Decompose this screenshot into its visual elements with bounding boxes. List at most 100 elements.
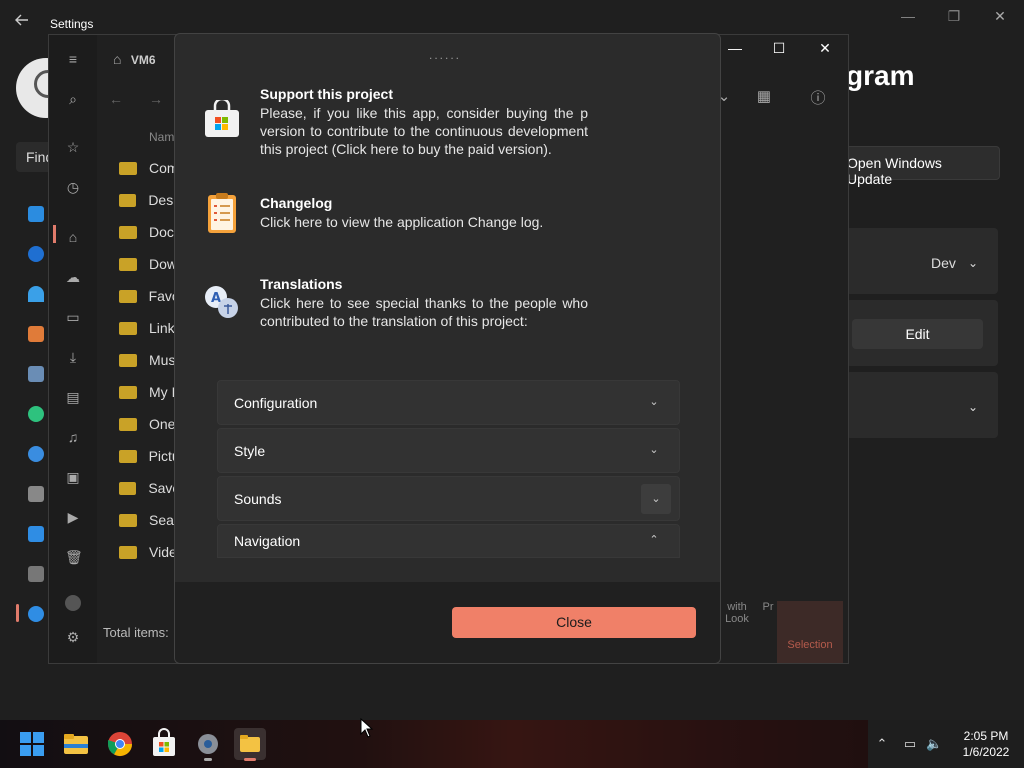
volume-icon[interactable]: 🔈 bbox=[926, 736, 942, 752]
time-language-icon[interactable] bbox=[28, 446, 44, 462]
chevron-down-icon[interactable]: ⌄ bbox=[641, 484, 671, 514]
cloud-icon[interactable]: ☁ bbox=[65, 269, 81, 285]
open-windows-update-button[interactable]: Open Windows Update bbox=[834, 146, 1000, 187]
file-row[interactable]: Doc bbox=[119, 216, 179, 248]
selection-button[interactable]: Selection bbox=[777, 601, 843, 663]
file-row[interactable]: One bbox=[119, 408, 179, 440]
file-row[interactable]: Pictu bbox=[119, 440, 179, 472]
changelog-item[interactable]: Changelog Click here to view the applica… bbox=[208, 193, 720, 233]
chevron-down-icon[interactable]: ⌄ bbox=[645, 441, 663, 459]
forward-icon[interactable]: → bbox=[149, 91, 163, 107]
system-icon[interactable] bbox=[28, 206, 44, 222]
file-row[interactable]: Favo bbox=[119, 280, 179, 312]
privacy-shield-icon[interactable] bbox=[28, 566, 44, 582]
chevron-down-icon[interactable]: ⌄ bbox=[968, 256, 980, 270]
configuration-section[interactable]: Configuration ⌄ bbox=[217, 380, 680, 425]
minimize-icon[interactable]: — bbox=[898, 8, 918, 28]
folder-icon bbox=[119, 449, 137, 463]
music-icon[interactable]: ♫ bbox=[65, 429, 81, 445]
file-row[interactable]: Sear bbox=[119, 504, 179, 536]
windows-update-icon[interactable] bbox=[28, 606, 44, 622]
edit-button[interactable]: Edit bbox=[852, 319, 983, 349]
settings-icon[interactable] bbox=[192, 728, 224, 761]
file-name: One bbox=[149, 416, 176, 432]
store-icon[interactable] bbox=[148, 728, 180, 760]
translations-description: Click here to see special thanks to the … bbox=[260, 295, 588, 329]
file-row[interactable]: Save bbox=[119, 472, 179, 504]
personalization-icon[interactable] bbox=[28, 326, 44, 342]
apps-icon[interactable] bbox=[28, 366, 44, 382]
folder-icon bbox=[119, 545, 137, 559]
file-row[interactable]: Link bbox=[119, 312, 179, 344]
windows-start-icon[interactable] bbox=[16, 728, 48, 760]
file-row[interactable]: My I bbox=[119, 376, 179, 408]
accessibility-icon[interactable] bbox=[28, 526, 44, 542]
translations-item[interactable]: A Translations Click here to see special… bbox=[205, 276, 720, 330]
chevron-down-icon[interactable]: ⌄ bbox=[968, 400, 980, 414]
recycle-bin-icon[interactable]: 🗑 bbox=[65, 549, 83, 565]
file-row[interactable]: Dow bbox=[119, 248, 179, 280]
chrome-icon[interactable] bbox=[104, 728, 136, 760]
profile-avatar-icon[interactable] bbox=[65, 595, 81, 611]
chevron-up-icon[interactable]: ⌃ bbox=[645, 531, 663, 549]
files-minimize-icon[interactable]: — bbox=[725, 40, 745, 56]
search-icon[interactable]: ⌕ bbox=[65, 91, 81, 107]
restore-icon[interactable]: ❐ bbox=[944, 8, 964, 28]
close-window-icon[interactable]: ✕ bbox=[990, 8, 1010, 28]
section-label: Style bbox=[234, 442, 266, 459]
bluetooth-icon[interactable] bbox=[28, 246, 44, 262]
sounds-section[interactable]: Sounds ⌄ bbox=[217, 476, 680, 521]
changelog-title: Changelog bbox=[260, 195, 333, 211]
files-maximize-icon[interactable]: ☐ bbox=[769, 40, 789, 57]
grid-view-icon[interactable]: ▦ bbox=[755, 87, 773, 105]
style-section[interactable]: Style ⌄ bbox=[217, 428, 680, 473]
videos-icon[interactable]: ▶ bbox=[65, 509, 81, 525]
support-project-item[interactable]: Support this project Please, if you like… bbox=[205, 86, 720, 158]
files-sidebar: ≡ ⌕ ☆ ◷ ⌂ ☁ ▭ ⤓ ▤ ♫ ▣ ▶ 🗑 ⚙ bbox=[49, 35, 97, 663]
desktop-icon[interactable]: ▭ bbox=[65, 309, 81, 325]
info-icon[interactable]: ⓘ bbox=[809, 87, 827, 107]
clock[interactable]: 2:05 PM 1/6/2022 bbox=[955, 728, 1017, 760]
settings-gear-icon[interactable]: ⚙ bbox=[65, 629, 81, 645]
chevron-down-icon[interactable]: ⌄ bbox=[645, 393, 663, 411]
dialog-footer: Close bbox=[175, 582, 720, 663]
store-bag-icon bbox=[202, 97, 242, 140]
pictures-icon[interactable]: ▣ bbox=[65, 469, 81, 485]
folder-icon bbox=[119, 193, 137, 207]
file-explorer-icon[interactable] bbox=[60, 728, 92, 760]
file-name: Dow bbox=[149, 256, 178, 272]
dialog-title: ...... bbox=[429, 48, 462, 62]
navigation-section[interactable]: Navigation ⌃ bbox=[217, 524, 680, 558]
file-row[interactable]: Com bbox=[119, 152, 179, 184]
back-arrow-icon[interactable] bbox=[14, 12, 34, 32]
gaming-icon[interactable] bbox=[28, 486, 44, 502]
close-button[interactable]: Close bbox=[452, 607, 696, 638]
accounts-icon[interactable] bbox=[28, 406, 44, 422]
back-icon[interactable]: ← bbox=[109, 91, 123, 107]
breadcrumb[interactable]: ⌂ VM6 bbox=[113, 51, 156, 67]
network-icon[interactable]: ▭ bbox=[902, 736, 918, 752]
folder-icon bbox=[119, 353, 137, 367]
recent-clock-icon[interactable]: ◷ bbox=[65, 179, 81, 195]
quicklook-button[interactable]: with Look bbox=[717, 601, 757, 625]
file-row[interactable]: Vide bbox=[119, 536, 179, 568]
channel-value: Dev bbox=[931, 255, 956, 271]
translate-icon: A bbox=[202, 282, 242, 322]
translations-title: Translations bbox=[260, 276, 343, 292]
hamburger-icon[interactable]: ≡ bbox=[65, 51, 81, 67]
downloads-icon[interactable]: ⤓ bbox=[65, 349, 81, 365]
file-row[interactable]: Mus bbox=[119, 344, 179, 376]
status-total-items: Total items: bbox=[103, 625, 169, 640]
files-close-icon[interactable]: ✕ bbox=[815, 40, 835, 57]
files-app-icon[interactable] bbox=[234, 728, 266, 761]
properties-button[interactable]: Pr bbox=[761, 601, 775, 613]
documents-icon[interactable]: ▤ bbox=[65, 389, 81, 405]
clipboard-icon bbox=[202, 191, 242, 233]
favorites-star-icon[interactable]: ☆ bbox=[65, 139, 81, 155]
column-header-name[interactable]: Nam bbox=[149, 130, 174, 144]
chevron-up-icon[interactable]: ⌃ bbox=[874, 736, 890, 752]
file-row[interactable]: Desk bbox=[119, 184, 179, 216]
wifi-icon[interactable] bbox=[28, 286, 44, 302]
home-icon[interactable]: ⌂ bbox=[65, 229, 81, 245]
settings-title: Settings bbox=[50, 17, 94, 31]
